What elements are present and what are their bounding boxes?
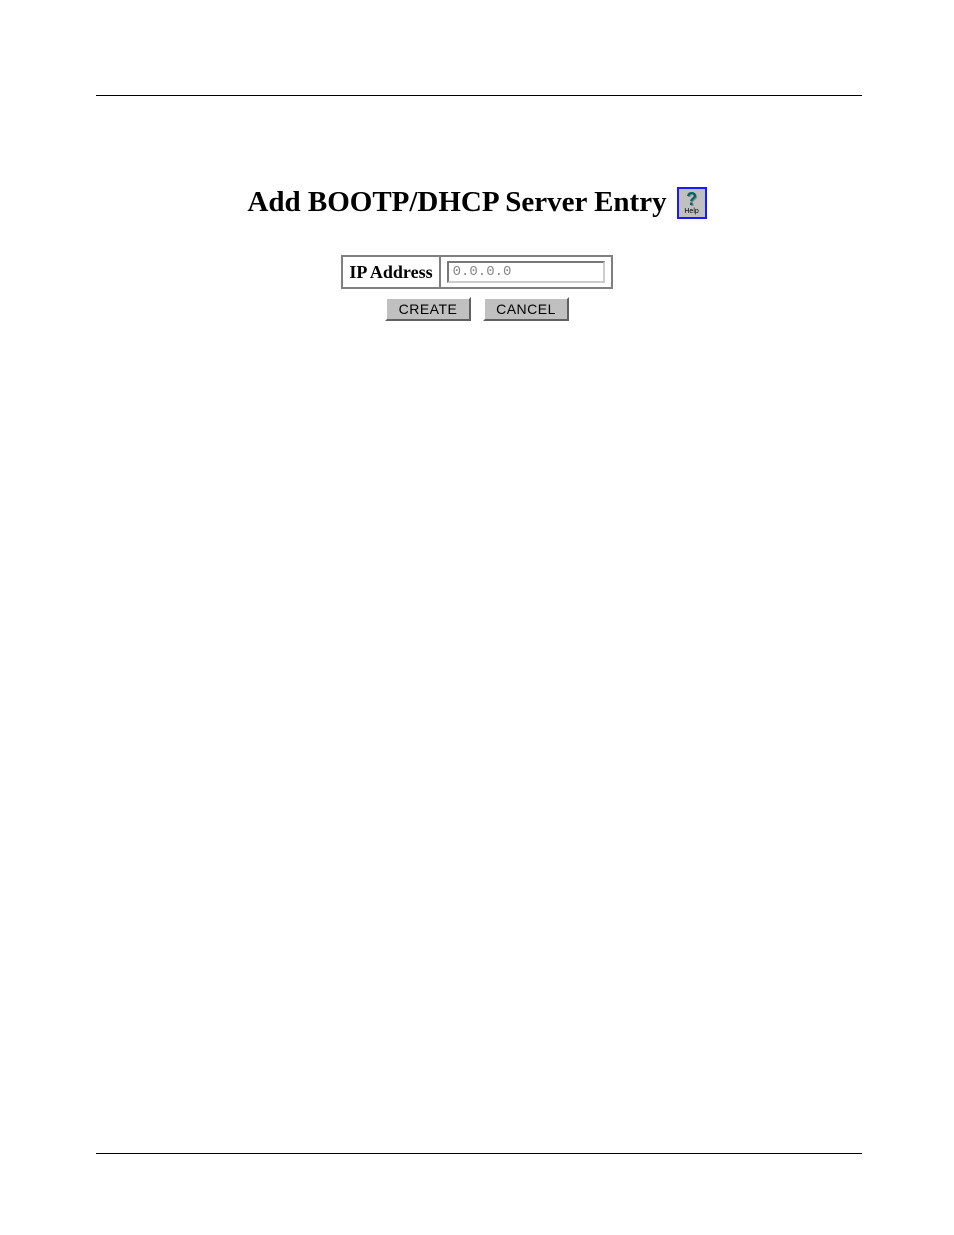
title-row: Add BOOTP/DHCP Server Entry ? Help bbox=[0, 186, 954, 219]
cancel-button[interactable]: CANCEL bbox=[483, 297, 569, 321]
help-label: Help bbox=[684, 208, 698, 215]
page-title: Add BOOTP/DHCP Server Entry bbox=[247, 186, 666, 219]
help-icon: ? bbox=[686, 190, 697, 208]
field-table: IP Address bbox=[341, 255, 612, 289]
ip-address-cell bbox=[441, 257, 611, 287]
form-area: IP Address CREATE CANCEL bbox=[0, 255, 954, 321]
page: Add BOOTP/DHCP Server Entry ? Help IP Ad… bbox=[0, 0, 954, 1235]
content-area: Add BOOTP/DHCP Server Entry ? Help IP Ad… bbox=[0, 186, 954, 321]
ip-address-label: IP Address bbox=[343, 257, 440, 287]
create-button[interactable]: CREATE bbox=[385, 297, 471, 321]
header-rule bbox=[96, 95, 862, 96]
footer-rule bbox=[96, 1153, 862, 1154]
ip-address-input[interactable] bbox=[447, 261, 605, 283]
button-row: CREATE CANCEL bbox=[385, 297, 569, 321]
help-button[interactable]: ? Help bbox=[677, 187, 707, 219]
